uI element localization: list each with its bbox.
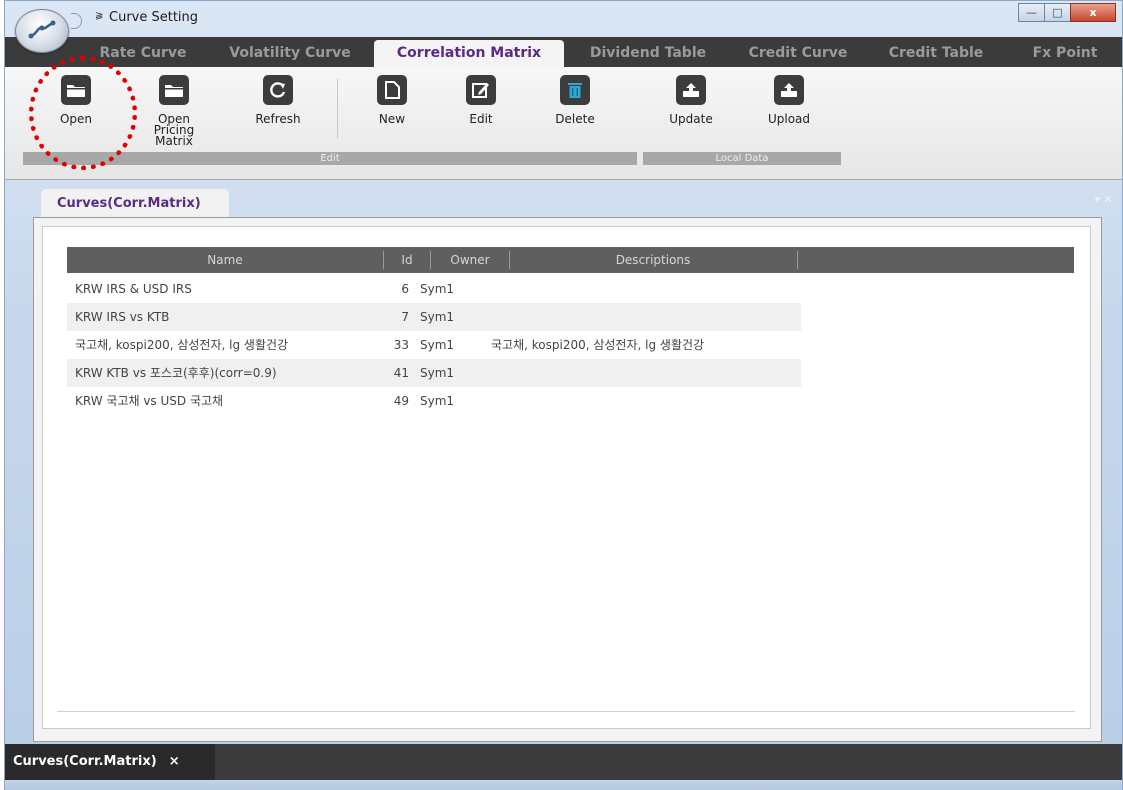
curves-grid: Name Id Owner Descriptions KRW IRS & USD… [42, 226, 1091, 729]
bottom-tab-curves[interactable]: Curves(Corr.Matrix) × [5, 744, 215, 780]
cell-owner: Sym1 [420, 338, 455, 352]
tray-upload-icon [774, 75, 804, 105]
cell-id: 7 [401, 310, 409, 324]
cell-descriptions [491, 275, 801, 303]
edit-pencil-icon [466, 75, 496, 105]
cell-name: 국고채, kospi200, 삼성전자, lg 생활건강 [75, 338, 289, 352]
close-button[interactable]: x [1070, 3, 1116, 22]
tab-correlation-matrix[interactable]: Correlation Matrix [374, 40, 564, 67]
ribbon: Open Open Pricing Matrix Refresh New Edi… [5, 67, 1122, 180]
tab-credit-table[interactable]: Credit Table [871, 40, 1001, 67]
document-area: Curves(Corr.Matrix) ▾ ✕ Name Id Owner De… [29, 179, 1119, 744]
minimize-button[interactable]: — [1018, 3, 1045, 22]
tab-fx-point[interactable]: Fx Point [1015, 40, 1115, 67]
upload-label: Upload [767, 112, 811, 126]
app-window: ⫺ Curve Setting — □ x Rate Curve Volatil… [4, 0, 1123, 790]
edit-label: Edit [469, 112, 493, 126]
window-controls: — □ x [1018, 3, 1116, 22]
column-header-descriptions[interactable]: Descriptions [510, 247, 796, 273]
column-divider [797, 251, 798, 269]
refresh-label: Refresh [255, 112, 301, 126]
column-header-id[interactable]: Id [384, 247, 430, 273]
update-button[interactable]: Update [656, 75, 726, 125]
local-data-group-label: Local Data [643, 152, 841, 165]
maximize-button[interactable]: □ [1044, 3, 1071, 22]
cell-name: KRW IRS & USD IRS [75, 282, 192, 296]
tray-upload-icon [676, 75, 706, 105]
cell-owner: Sym1 [420, 394, 455, 408]
cell-owner: Sym1 [420, 282, 455, 296]
new-document-icon [377, 75, 407, 105]
tab-credit-curve[interactable]: Credit Curve [733, 40, 863, 67]
upload-button[interactable]: Upload [754, 75, 824, 125]
cell-descriptions [491, 387, 801, 415]
close-tab-icon[interactable]: × [169, 754, 180, 769]
app-menu-orb[interactable] [15, 9, 69, 53]
curves-panel: Name Id Owner Descriptions KRW IRS & USD… [33, 217, 1102, 742]
delete-button[interactable]: Delete [540, 75, 610, 125]
quick-access-arc [71, 13, 82, 29]
open-button-annotation-circle [29, 56, 137, 170]
cell-id: 49 [393, 394, 409, 408]
grid-header: Name Id Owner Descriptions [67, 247, 1074, 273]
table-row[interactable]: KRW 국고채 vs USD 국고채 49 Sym1 [67, 387, 801, 415]
open-pricing-matrix-label: Open Pricing Matrix [153, 112, 195, 148]
cell-name: KRW IRS vs KTB [75, 310, 170, 324]
window-title: Curve Setting [109, 10, 199, 25]
cell-owner: Sym1 [420, 310, 455, 324]
ribbon-tab-strip: Rate Curve Volatility Curve Correlation … [5, 37, 1122, 67]
update-label: Update [669, 112, 713, 126]
cell-name: KRW KTB vs 포스코(후후)(corr=0.9) [75, 366, 277, 380]
cell-descriptions [491, 359, 801, 387]
cell-descriptions [491, 303, 801, 331]
cell-id: 33 [393, 338, 409, 352]
column-header-name[interactable]: Name [67, 247, 383, 273]
title-bar: ⫺ Curve Setting — □ x [5, 1, 1122, 53]
new-label: New [378, 112, 406, 126]
column-header-owner[interactable]: Owner [431, 247, 509, 273]
quick-access-dropdown-icon[interactable]: ⫺ [95, 10, 103, 21]
folder-icon [159, 75, 189, 105]
pane-options-icon[interactable]: ▾ ✕ [1095, 193, 1113, 206]
edit-button[interactable]: Edit [446, 75, 516, 125]
tab-dividend-table[interactable]: Dividend Table [573, 40, 723, 67]
table-row[interactable]: 국고채, kospi200, 삼성전자, lg 생활건강 33 Sym1 국고채… [67, 331, 801, 359]
trash-icon [560, 75, 590, 105]
new-button[interactable]: New [357, 75, 427, 125]
grid-footer-line [57, 711, 1075, 712]
refresh-icon [263, 75, 293, 105]
ribbon-separator [337, 79, 338, 139]
refresh-button[interactable]: Refresh [243, 75, 313, 125]
curve-logo-icon [28, 20, 56, 39]
bottom-tab-bar: Curves(Corr.Matrix) × [5, 744, 1122, 780]
cell-descriptions: 국고채, kospi200, 삼성전자, lg 생활건강 [491, 338, 705, 352]
cell-name: KRW 국고채 vs USD 국고채 [75, 394, 224, 408]
status-bar [5, 780, 1122, 790]
cell-id: 41 [393, 366, 409, 380]
delete-label: Delete [555, 112, 595, 126]
cell-id: 6 [401, 282, 409, 296]
open-pricing-matrix-button[interactable]: Open Pricing Matrix [131, 75, 217, 147]
table-row[interactable]: KRW KTB vs 포스코(후후)(corr=0.9) 41 Sym1 [67, 359, 801, 387]
table-row[interactable]: KRW IRS & USD IRS 6 Sym1 [67, 275, 801, 303]
document-tab-curves[interactable]: Curves(Corr.Matrix) [41, 189, 229, 217]
tab-volatility-curve[interactable]: Volatility Curve [215, 40, 365, 67]
cell-owner: Sym1 [420, 366, 455, 380]
bottom-tab-label: Curves(Corr.Matrix) [13, 754, 157, 769]
table-row[interactable]: KRW IRS vs KTB 7 Sym1 [67, 303, 801, 331]
